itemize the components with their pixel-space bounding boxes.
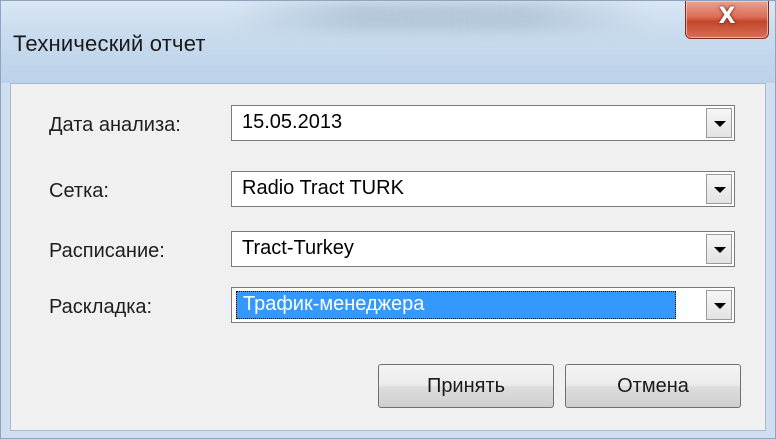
layout-combobox[interactable]: Трафик-менеджера <box>231 287 735 323</box>
schedule-combobox[interactable]: Tract-Turkey <box>231 231 735 267</box>
grid-value: Radio Tract TURK <box>242 177 404 199</box>
schedule-label: Расписание: <box>49 240 165 262</box>
chevron-down-icon[interactable] <box>706 174 732 204</box>
schedule-value: Tract-Turkey <box>242 237 354 259</box>
chevron-down-icon[interactable] <box>706 234 732 264</box>
close-icon: X <box>718 4 736 29</box>
dialog-body: Дата анализа: 15.05.2013 Сетка: Radio Tr… <box>10 83 766 431</box>
cancel-button[interactable]: Отмена <box>565 364 741 408</box>
analysis-date-combobox[interactable]: 15.05.2013 <box>231 105 735 141</box>
analysis-date-label: Дата анализа: <box>49 114 181 136</box>
close-button[interactable]: X <box>685 1 769 39</box>
chevron-down-icon[interactable] <box>706 108 732 138</box>
analysis-date-value: 15.05.2013 <box>242 111 343 133</box>
layout-label: Раскладка: <box>49 296 153 318</box>
title-bar[interactable]: Технический отчет X <box>1 1 775 83</box>
layout-value: Трафик-менеджера <box>236 291 676 319</box>
accept-button[interactable]: Принять <box>378 364 554 408</box>
grid-combobox[interactable]: Radio Tract TURK <box>231 171 735 207</box>
grid-label: Сетка: <box>49 180 109 202</box>
window-title: Технический отчет <box>13 31 206 56</box>
chevron-down-icon[interactable] <box>706 290 732 320</box>
dialog-window: Технический отчет X Дата анализа: 15.05.… <box>0 0 776 439</box>
